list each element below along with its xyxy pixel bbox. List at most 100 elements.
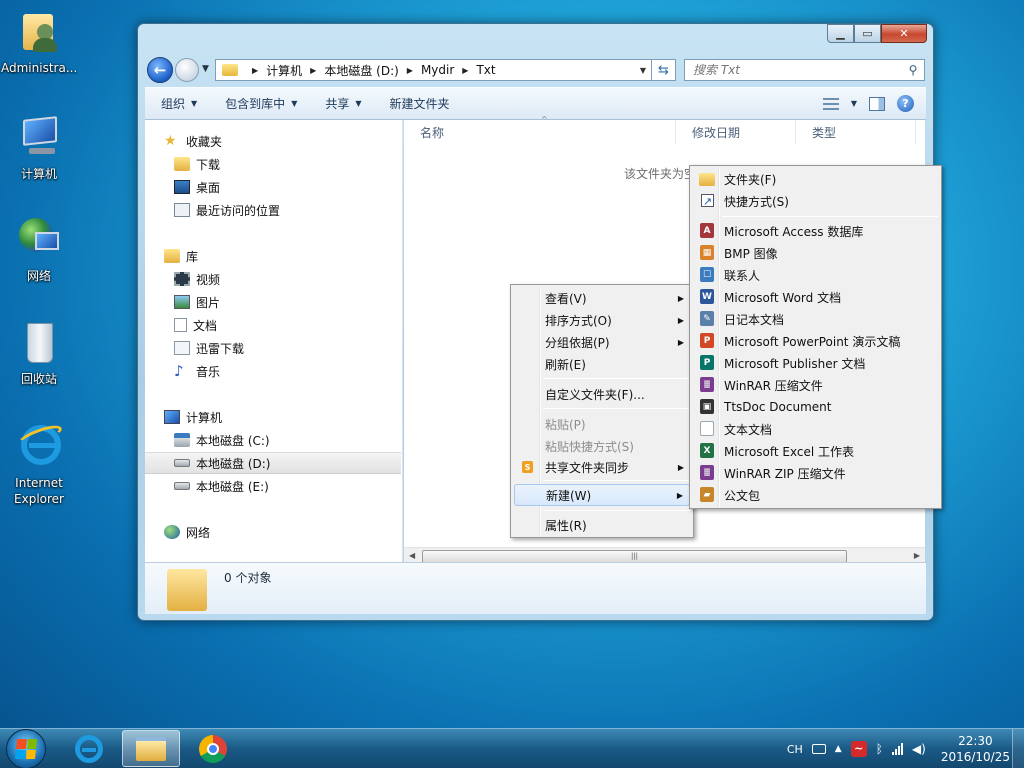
column-header-type[interactable]: 类型 — [796, 120, 916, 144]
new-item-publisher[interactable]: P Microsoft Publisher 文档 — [693, 352, 938, 374]
desktop-icon-administrator[interactable]: Administra... — [1, 8, 77, 76]
folder-icon — [167, 569, 207, 611]
bluetooth-icon[interactable]: ᛒ — [876, 742, 883, 756]
details-pane: 0 个对象 — [145, 562, 926, 614]
menu-label: Microsoft Publisher 文档 — [724, 356, 866, 371]
menu-label: 属性(R) — [545, 518, 587, 533]
taskbar-chrome[interactable] — [184, 730, 242, 767]
new-folder-item[interactable]: 文件夹(F) — [693, 168, 938, 190]
nav-documents[interactable]: 文档 — [145, 314, 401, 336]
menu-item-share-sync[interactable]: S 共享文件夹同步 ▶ — [514, 456, 690, 478]
antivirus-icon[interactable]: ~ — [850, 741, 867, 757]
clock[interactable]: 22:30 2016/10/25 — [941, 733, 1010, 765]
breadcrumb-separator-icon[interactable]: ▶ — [407, 66, 413, 75]
nav-network[interactable]: 网络 — [145, 521, 401, 543]
item-count: 0 个对象 — [224, 571, 272, 585]
nav-label: 本地磁盘 (E:) — [196, 479, 269, 494]
nav-pictures[interactable]: 图片 — [145, 291, 401, 313]
breadcrumb-separator-icon[interactable]: ▶ — [462, 66, 468, 75]
include-in-library-button[interactable]: 包含到库中 ▼ — [209, 95, 309, 112]
preview-pane-icon[interactable] — [869, 96, 885, 111]
column-header-modified[interactable]: 修改日期 — [676, 120, 796, 144]
address-dropdown-icon[interactable]: ▼ — [635, 66, 651, 75]
change-view-icon[interactable] — [822, 97, 839, 110]
user-folder-icon — [15, 8, 63, 56]
breadcrumb-mydir[interactable]: Mydir — [421, 63, 454, 77]
back-button[interactable]: ← — [147, 57, 173, 83]
new-item-winrar[interactable]: ≣ WinRAR 压缩文件 — [693, 374, 938, 396]
menu-item-customize[interactable]: 自定义文件夹(F)... — [514, 383, 690, 405]
breadcrumb-txt[interactable]: Txt — [476, 63, 495, 77]
menu-item-view[interactable]: 查看(V) ▶ — [514, 287, 690, 309]
volume-icon[interactable]: ◀) — [912, 742, 926, 756]
show-hidden-icons-icon[interactable]: ▲ — [835, 744, 842, 754]
share-button[interactable]: 共享 ▼ — [309, 95, 373, 112]
nav-libraries[interactable]: 库 — [145, 245, 401, 267]
minimize-button[interactable]: ▁ — [827, 24, 854, 43]
nav-recent-places[interactable]: 最近访问的位置 — [145, 199, 401, 221]
new-folder-button[interactable]: 新建文件夹 — [374, 95, 462, 112]
menu-item-paste-shortcut[interactable]: 粘贴快捷方式(S) — [514, 435, 690, 457]
new-item-text[interactable]: 文本文档 — [693, 418, 938, 440]
new-item-word[interactable]: W Microsoft Word 文档 — [693, 286, 938, 308]
column-header-size[interactable]: 大 — [916, 120, 932, 144]
breadcrumb-separator-icon[interactable]: ▶ — [310, 66, 316, 75]
organize-button[interactable]: 组织 ▼ — [145, 95, 209, 112]
close-button[interactable]: ✕ — [881, 24, 927, 43]
new-item-winrar-zip[interactable]: ≣ WinRAR ZIP 压缩文件 — [693, 462, 938, 484]
nav-computer[interactable]: 计算机 — [145, 406, 401, 428]
taskbar-explorer[interactable] — [122, 730, 180, 767]
address-bar[interactable]: ▶ 计算机 ▶ 本地磁盘 (D:) ▶ Mydir ▶ Txt ▼ — [215, 59, 652, 81]
scroll-left-icon[interactable]: ◀ — [409, 551, 415, 560]
recent-pages-dropdown-icon[interactable]: ▼ — [202, 64, 209, 74]
new-item-excel[interactable]: X Microsoft Excel 工作表 — [693, 440, 938, 462]
new-shortcut-item[interactable]: ↗ 快捷方式(S) — [693, 190, 938, 212]
maximize-button[interactable]: ▭ — [854, 24, 881, 43]
search-box[interactable]: ⚲ — [684, 59, 925, 81]
nav-drive-d[interactable]: 本地磁盘 (D:) — [145, 452, 401, 474]
new-item-powerpoint[interactable]: P Microsoft PowerPoint 演示文稿 — [693, 330, 938, 352]
chevron-down-icon[interactable]: ▼ — [851, 99, 857, 108]
new-item-access[interactable]: A Microsoft Access 数据库 — [693, 220, 938, 242]
desktop-icon-computer[interactable]: 计算机 — [1, 114, 77, 182]
menu-item-refresh[interactable]: 刷新(E) — [514, 353, 690, 375]
new-item-journal[interactable]: ✎ 日记本文档 — [693, 308, 938, 330]
nav-downloads[interactable]: 下载 — [145, 153, 401, 175]
new-item-contact[interactable]: ☐ 联系人 — [693, 264, 938, 286]
nav-thunder-downloads[interactable]: 迅雷下载 — [145, 337, 401, 359]
menu-item-new[interactable]: 新建(W) ▶ — [514, 484, 690, 506]
menu-item-group[interactable]: 分组依据(P) ▶ — [514, 331, 690, 353]
breadcrumb-drive-d[interactable]: 本地磁盘 (D:) — [324, 62, 398, 79]
refresh-button[interactable]: ⇆ — [652, 59, 676, 81]
start-button[interactable] — [6, 729, 46, 768]
nav-music[interactable]: ♪ 音乐 — [145, 360, 401, 382]
nav-desktop[interactable]: 桌面 — [145, 176, 401, 198]
desktop-icon-ie[interactable]: Internet Explorer — [1, 421, 77, 507]
column-header-name[interactable]: 名称 ^ — [404, 115, 676, 144]
network-signal-icon[interactable] — [891, 743, 903, 755]
taskbar-ie[interactable] — [60, 730, 118, 767]
forward-button[interactable] — [175, 58, 199, 82]
nav-drive-e[interactable]: 本地磁盘 (E:) — [145, 475, 401, 497]
nav-drive-c[interactable]: 本地磁盘 (C:) — [145, 429, 401, 451]
help-icon[interactable]: ? — [897, 95, 914, 112]
new-item-briefcase[interactable]: ▰ 公文包 — [693, 484, 938, 506]
new-item-bmp[interactable]: ▦ BMP 图像 — [693, 242, 938, 264]
desktop-icon-recycle-bin[interactable]: 回收站 — [1, 319, 77, 387]
input-language-indicator[interactable]: CH — [787, 743, 803, 756]
show-desktop-button[interactable] — [1012, 729, 1024, 768]
search-input[interactable] — [693, 63, 902, 77]
menu-item-properties[interactable]: 属性(R) — [514, 514, 690, 536]
menu-label: 自定义文件夹(F)... — [545, 387, 645, 402]
breadcrumb-computer[interactable]: 计算机 — [266, 62, 302, 79]
new-item-ttsdoc[interactable]: ▣ TtsDoc Document — [693, 396, 938, 418]
desktop-icon-network[interactable]: 网络 — [1, 216, 77, 284]
nav-videos[interactable]: 视频 — [145, 268, 401, 290]
nav-favorites[interactable]: ★ 收藏夹 — [145, 130, 401, 152]
menu-item-paste[interactable]: 粘贴(P) — [514, 413, 690, 435]
search-icon[interactable]: ⚲ — [902, 63, 924, 77]
scroll-right-icon[interactable]: ▶ — [914, 551, 920, 560]
keyboard-icon[interactable] — [811, 744, 826, 754]
menu-item-sort[interactable]: 排序方式(O) ▶ — [514, 309, 690, 331]
breadcrumb-separator-icon[interactable]: ▶ — [252, 66, 258, 75]
